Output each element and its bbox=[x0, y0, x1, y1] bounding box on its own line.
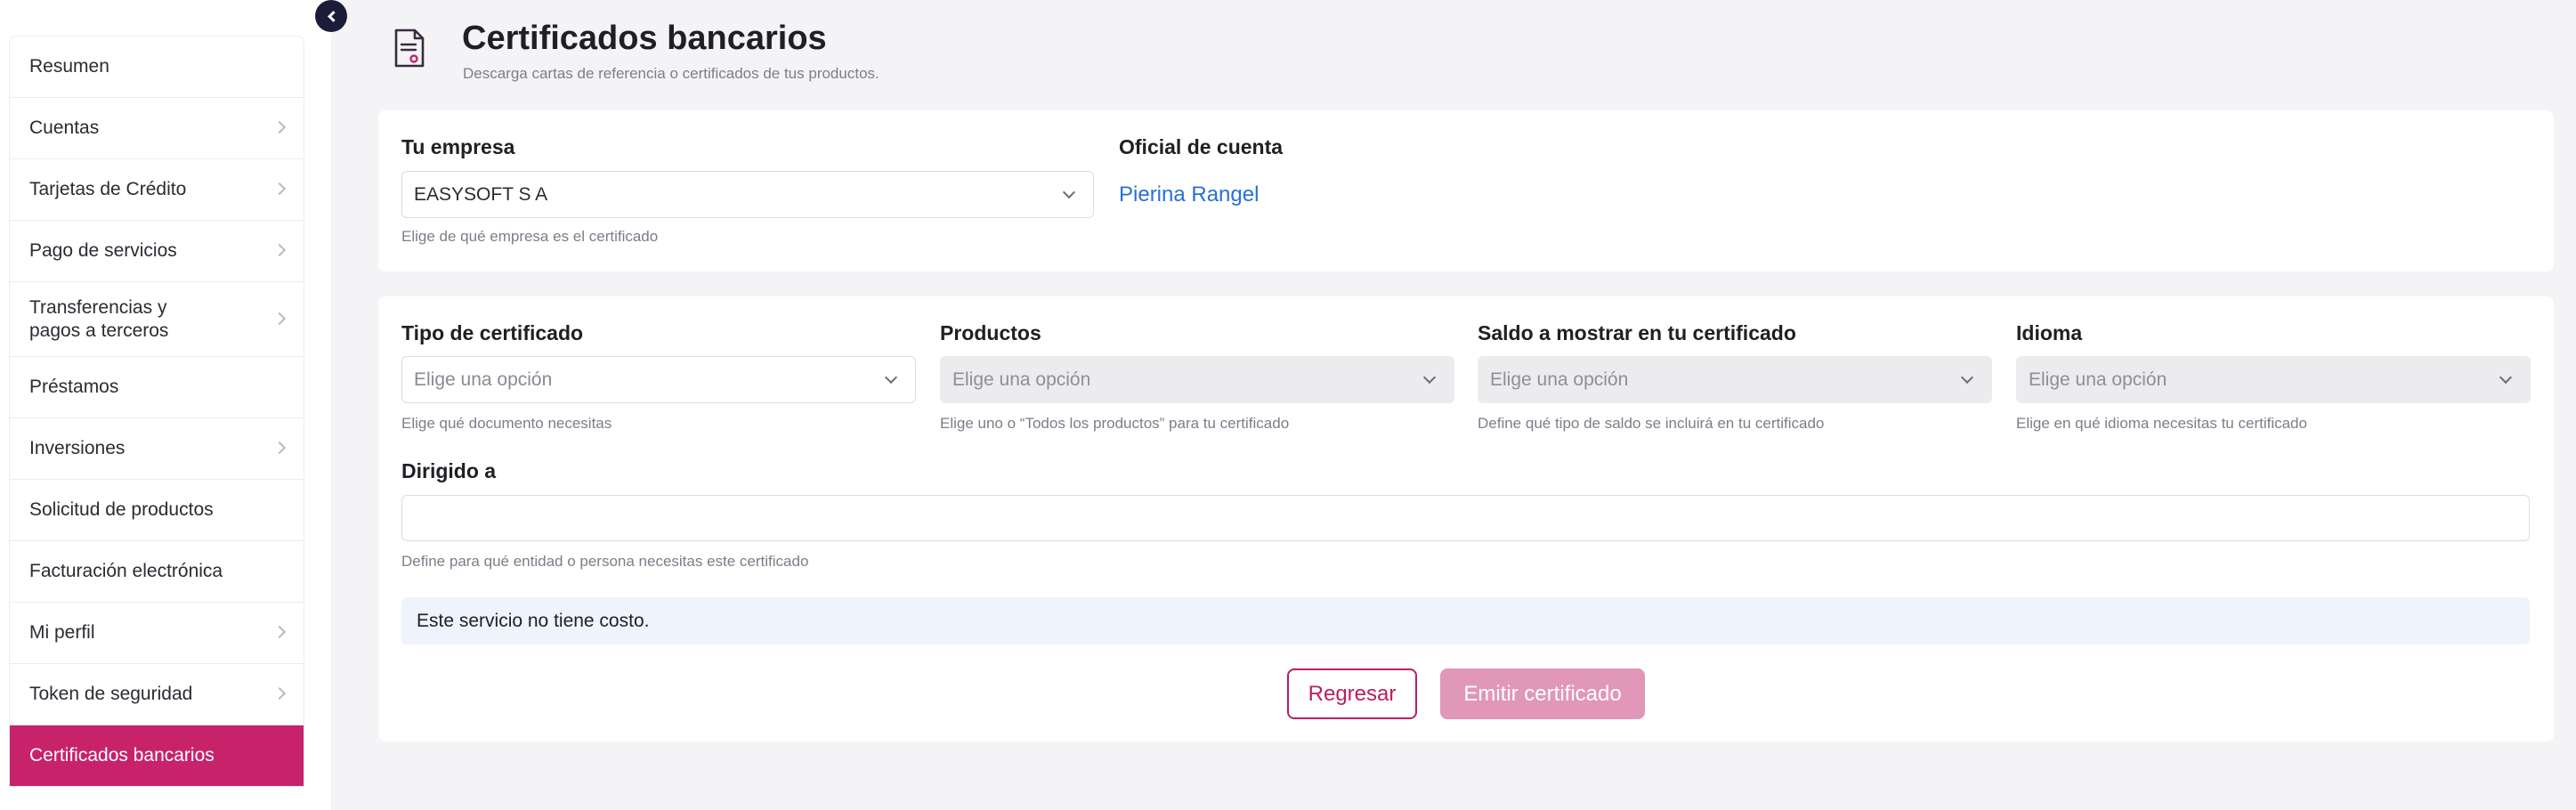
chevron-right-icon bbox=[272, 312, 287, 325]
certificate-type-helper: Elige qué documento necesitas bbox=[401, 415, 612, 432]
chevron-right-icon bbox=[272, 686, 287, 701]
sidebar-item-cuentas[interactable]: Cuentas bbox=[10, 98, 304, 159]
balance-helper: Define qué tipo de saldo se incluirá en … bbox=[1478, 415, 1825, 432]
certificate-type-label: Tipo de certificado bbox=[401, 321, 584, 344]
sidebar-item-tarjetas[interactable]: Tarjetas de Crédito bbox=[10, 159, 304, 221]
sidebar-item-solicitud-productos[interactable]: Solicitud de productos bbox=[10, 480, 304, 541]
sidebar-item-pago-servicios[interactable]: Pago de servicios bbox=[10, 221, 304, 282]
products-helper: Elige uno o “Todos los productos” para t… bbox=[940, 415, 1290, 432]
sidebar-item-transferencias[interactable]: Transferencias y pagos a terceros bbox=[10, 282, 304, 357]
company-select-value: EASYSOFT S A bbox=[414, 183, 548, 205]
certificate-document-icon bbox=[394, 28, 425, 68]
sidebar-item-label: Pago de servicios bbox=[29, 240, 177, 261]
page-title: Certificados bancarios bbox=[462, 20, 827, 57]
sidebar-item-label: Solicitud de productos bbox=[29, 499, 214, 520]
company-select[interactable]: EASYSOFT S A bbox=[401, 171, 1094, 218]
sidebar-menu: Resumen Cuentas Tarjetas de Crédito Pago… bbox=[9, 36, 304, 787]
company-label: Tu empresa bbox=[401, 135, 515, 158]
sidebar-item-label: Mi perfil bbox=[29, 622, 95, 643]
emit-certificate-button[interactable]: Emitir certificado bbox=[1440, 668, 1645, 719]
sidebar-item-label: Transferencias y pagos a terceros bbox=[29, 296, 168, 343]
page-subtitle: Descarga cartas de referencia o certific… bbox=[463, 65, 879, 82]
sidebar-item-label-line2: pagos a terceros bbox=[29, 320, 169, 341]
sidebar-item-label-line1: Transferencias y bbox=[29, 296, 167, 318]
officer-name-link[interactable]: Pierina Rangel bbox=[1119, 182, 1259, 207]
language-placeholder: Elige una opción bbox=[2029, 369, 2167, 390]
sidebar-item-label: Inversiones bbox=[29, 438, 126, 458]
chevron-down-icon bbox=[1422, 370, 1437, 384]
cost-notice-text: Este servicio no tiene costo. bbox=[417, 610, 650, 631]
chevron-right-icon bbox=[272, 243, 287, 257]
sidebar-item-label: Certificados bancarios bbox=[29, 745, 215, 765]
chevron-left-icon bbox=[327, 10, 339, 22]
sidebar-item-label: Token de seguridad bbox=[29, 684, 193, 704]
sidebar-item-certificados[interactable]: Certificados bancarios bbox=[10, 725, 304, 786]
sidebar-item-token[interactable]: Token de seguridad bbox=[10, 664, 304, 725]
chevron-down-icon bbox=[2499, 370, 2513, 384]
balance-select[interactable]: Elige una opción bbox=[1478, 356, 1992, 403]
sidebar-item-label: Cuentas bbox=[29, 117, 100, 138]
chevron-down-icon bbox=[884, 370, 898, 384]
certificate-type-select[interactable]: Elige una opción bbox=[401, 356, 916, 403]
sidebar-item-label: Préstamos bbox=[29, 377, 119, 397]
sidebar-item-resumen[interactable]: Resumen bbox=[10, 36, 304, 98]
chevron-right-icon bbox=[272, 625, 287, 639]
sidebar-item-label: Facturación electrónica bbox=[29, 561, 223, 581]
language-select[interactable]: Elige una opción bbox=[2016, 356, 2531, 403]
certificate-type-placeholder: Elige una opción bbox=[414, 369, 553, 390]
products-label: Productos bbox=[940, 321, 1041, 344]
products-select[interactable]: Elige una opción bbox=[940, 356, 1454, 403]
addressed-to-label: Dirigido a bbox=[401, 459, 497, 482]
sidebar-panel: Resumen Cuentas Tarjetas de Crédito Pago… bbox=[0, 0, 331, 810]
language-helper: Elige en qué idioma necesitas tu certifi… bbox=[2016, 415, 2307, 432]
balance-placeholder: Elige una opción bbox=[1490, 369, 1629, 390]
cost-notice: Este servicio no tiene costo. bbox=[401, 597, 2530, 644]
sidebar-item-label: Tarjetas de Crédito bbox=[29, 179, 187, 199]
sidebar-item-facturacion[interactable]: Facturación electrónica bbox=[10, 541, 304, 603]
officer-label: Oficial de cuenta bbox=[1119, 135, 1284, 158]
company-helper: Elige de qué empresa es el certificado bbox=[401, 228, 659, 245]
addressed-to-helper: Define para qué entidad o persona necesi… bbox=[401, 553, 809, 570]
language-label: Idioma bbox=[2016, 321, 2083, 344]
chevron-down-icon bbox=[1960, 370, 1974, 384]
products-placeholder: Elige una opción bbox=[952, 369, 1091, 390]
chevron-right-icon bbox=[272, 441, 287, 455]
sidebar-item-label: Resumen bbox=[29, 56, 109, 77]
sidebar-item-prestamos[interactable]: Préstamos bbox=[10, 357, 304, 418]
balance-label: Saldo a mostrar en tu certificado bbox=[1478, 321, 1796, 344]
addressed-to-input[interactable] bbox=[401, 495, 2530, 541]
sidebar-item-mi-perfil[interactable]: Mi perfil bbox=[10, 603, 304, 664]
chevron-right-icon bbox=[272, 182, 287, 196]
sidebar-item-inversiones[interactable]: Inversiones bbox=[10, 418, 304, 480]
collapse-sidebar-button[interactable] bbox=[315, 0, 347, 32]
chevron-right-icon bbox=[272, 120, 287, 134]
back-button[interactable]: Regresar bbox=[1287, 668, 1417, 719]
chevron-down-icon bbox=[1062, 185, 1076, 198]
